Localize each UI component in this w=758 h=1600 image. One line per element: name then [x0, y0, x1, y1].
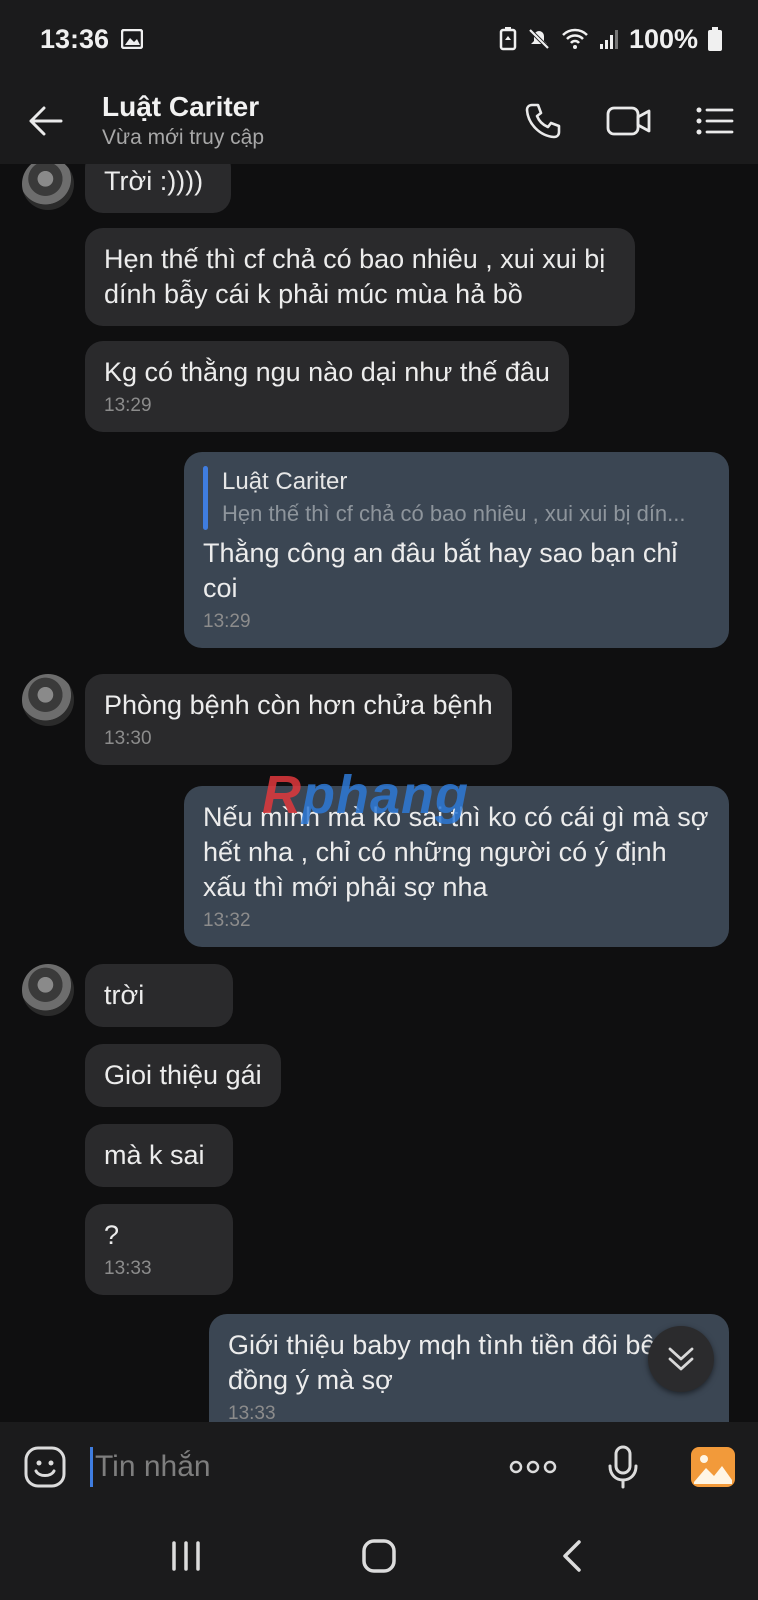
message-text: Phòng bệnh còn hơn chửa bệnh [104, 690, 493, 720]
message-time: 13:29 [203, 611, 251, 632]
message-input-wrapper[interactable] [90, 1437, 488, 1497]
back-button[interactable] [0, 78, 92, 164]
composer-bar [0, 1422, 758, 1512]
contact-status: Vừa mới truy cập [102, 126, 265, 149]
microphone-icon [608, 1445, 638, 1489]
message-bubble[interactable]: Hẹn thế thì cf chả có bao nhiêu , xui xu… [85, 228, 635, 326]
quote-text: Hẹn thế thì cf chả có bao nhiêu , xui xu… [222, 501, 686, 526]
home-button[interactable] [339, 1521, 419, 1591]
message-input[interactable] [94, 1450, 488, 1484]
gallery-notification-icon [121, 29, 144, 49]
call-button[interactable] [500, 78, 586, 164]
message-bubble[interactable]: ? 13:33 [85, 1204, 233, 1295]
text-caret [90, 1447, 93, 1487]
avatar[interactable] [22, 164, 74, 210]
more-dots-icon [509, 1460, 557, 1474]
message-text: ? [104, 1220, 120, 1250]
battery-saver-icon [499, 27, 517, 51]
gallery-button[interactable] [668, 1422, 758, 1512]
message-text: Kg có thằng ngu nào dại như thế đâu [104, 357, 550, 387]
message-bubble[interactable]: Phòng bệnh còn hơn chửa bệnh 13:30 [85, 674, 512, 765]
message-text: trời [104, 980, 145, 1010]
message-text: Hẹn thế thì cf chả có bao nhiêu , xui xu… [104, 244, 606, 309]
video-call-button[interactable] [586, 78, 672, 164]
recent-apps-icon [172, 1541, 201, 1571]
watermark-logo: Rphang [262, 765, 469, 825]
status-time: 13:36 [40, 23, 110, 54]
wifi-icon [561, 27, 589, 51]
message-time: 13:30 [104, 728, 152, 749]
emoji-button[interactable] [0, 1422, 90, 1512]
system-back-button[interactable] [532, 1521, 612, 1591]
message-bubble-reply[interactable]: Luật Cariter Hẹn thế thì cf chả có bao n… [184, 452, 729, 648]
menu-button[interactable] [672, 78, 758, 164]
message-text: mà k sai [104, 1140, 205, 1170]
emoji-icon [24, 1446, 66, 1488]
message-time: 13:32 [203, 910, 251, 931]
message-bubble[interactable]: Trời :)))) [85, 164, 231, 213]
status-bar: 13:36 100% [0, 0, 758, 78]
message-time: 13:33 [104, 1258, 152, 1279]
message-list[interactable]: Trời :)))) Hẹn thế thì cf chả có bao nhi… [0, 164, 758, 1422]
list-menu-icon [696, 107, 734, 135]
voice-record-button[interactable] [578, 1422, 668, 1512]
message-text: Giới thiệu baby mqh tình tiền đôi bên đồ… [228, 1330, 671, 1395]
message-time: 13:33 [228, 1403, 276, 1422]
message-time: 13:29 [104, 395, 152, 416]
signal-icon [599, 28, 619, 50]
quote-sender: Luật Cariter [222, 468, 348, 495]
mute-icon [527, 27, 551, 51]
battery-icon [708, 27, 722, 51]
chevron-double-down-icon [668, 1347, 694, 1371]
avatar[interactable] [22, 674, 74, 726]
image-icon [691, 1447, 735, 1487]
message-text: Thằng công an đâu bắt hay sao bạn chỉ co… [203, 538, 678, 603]
message-bubble[interactable]: Gioi thiệu gái [85, 1044, 281, 1107]
battery-percent: 100% [628, 23, 698, 54]
system-nav-bar [0, 1512, 758, 1600]
phone-icon [525, 103, 561, 139]
recent-apps-button[interactable] [146, 1521, 226, 1591]
avatar[interactable] [22, 964, 74, 1016]
chat-header: Luật Cariter Vừa mới truy cập [0, 78, 758, 164]
quote-bar [203, 466, 208, 530]
message-bubble[interactable]: trời [85, 964, 233, 1027]
video-camera-icon [606, 106, 651, 136]
chevron-left-icon [562, 1540, 581, 1572]
scroll-to-bottom-button[interactable] [648, 1326, 714, 1392]
message-bubble[interactable]: mà k sai [85, 1124, 233, 1187]
message-bubble[interactable]: Kg có thằng ngu nào dại như thế đâu 13:2… [85, 341, 569, 432]
message-text: Gioi thiệu gái [104, 1060, 262, 1090]
contact-name: Luật Cariter [102, 91, 260, 122]
more-options-button[interactable] [488, 1422, 578, 1512]
arrow-left-icon [29, 106, 63, 136]
quoted-message[interactable]: Luật Cariter Hẹn thế thì cf chả có bao n… [203, 466, 710, 530]
message-text: Trời :)))) [104, 166, 204, 196]
home-icon [362, 1539, 396, 1573]
contact-info[interactable]: Luật Cariter Vừa mới truy cập [92, 90, 500, 152]
